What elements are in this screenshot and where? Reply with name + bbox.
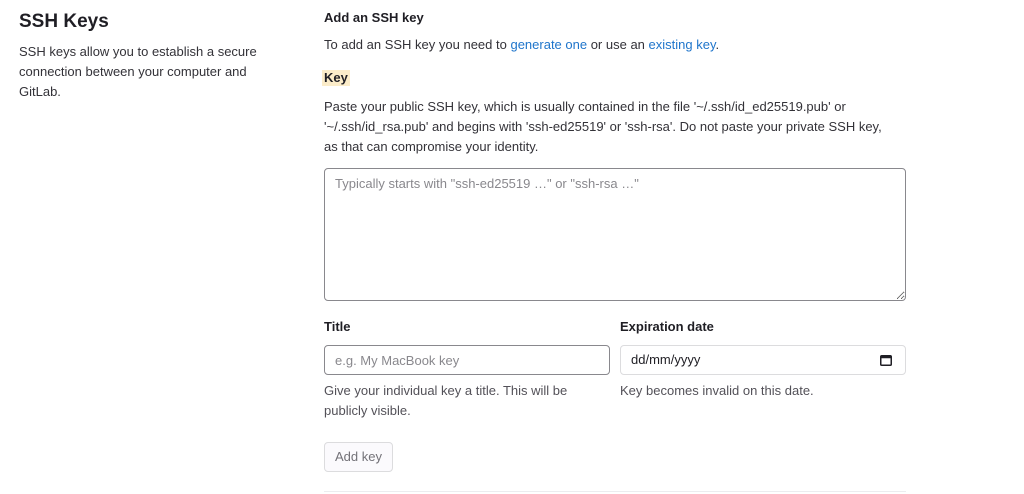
intro-before: To add an SSH key you need to	[324, 37, 511, 52]
key-textarea[interactable]	[324, 168, 906, 301]
expiration-label: Expiration date	[620, 319, 714, 334]
key-help-text: Paste your public SSH key, which is usua…	[324, 99, 882, 154]
add-ssh-key-form: Add an SSH key To add an SSH key you nee…	[322, 10, 906, 472]
expiration-help-text: Key becomes invalid on this date.	[620, 383, 814, 398]
title-help-text: Give your individual key a title. This w…	[324, 383, 568, 418]
page-description: SSH keys allow you to establish a secure…	[19, 44, 257, 99]
intro-middle: or use an	[587, 37, 649, 52]
title-input[interactable]	[324, 345, 610, 375]
generate-one-link[interactable]: generate one	[510, 37, 587, 52]
form-heading: Add an SSH key	[324, 10, 424, 25]
add-key-button[interactable]: Add key	[324, 442, 393, 472]
existing-key-link[interactable]: existing key	[649, 37, 716, 52]
title-expiration-row: Title Give your individual key a title. …	[324, 319, 906, 421]
intro-text: To add an SSH key you need to generate o…	[324, 37, 906, 53]
divider	[324, 491, 906, 492]
expiration-date-input[interactable]: dd/mm/yyyy	[620, 345, 906, 375]
sidebar-panel: SSH Keys SSH keys allow you to establish…	[19, 11, 279, 102]
intro-after: .	[715, 37, 720, 52]
expiration-date-value: dd/mm/yyyy	[631, 352, 701, 367]
expiration-field-group: Expiration date dd/mm/yyyy Key becomes i…	[620, 319, 906, 421]
page-title: SSH Keys	[19, 11, 109, 32]
key-label: Key	[322, 70, 350, 86]
title-field-group: Title Give your individual key a title. …	[324, 319, 610, 421]
title-label: Title	[324, 319, 351, 334]
calendar-icon[interactable]	[880, 354, 892, 366]
